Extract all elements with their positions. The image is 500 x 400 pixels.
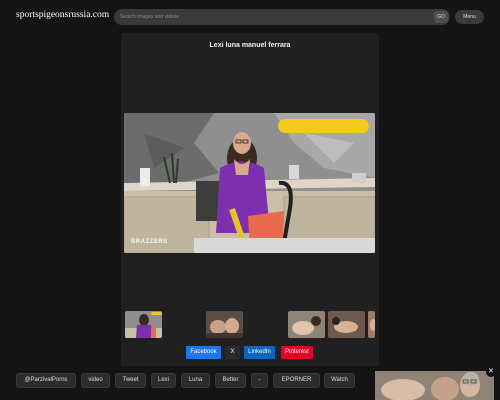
ad-image: [375, 371, 494, 400]
tag-watch[interactable]: Watch: [324, 373, 355, 388]
thumbnail-5-image: [368, 311, 375, 338]
floating-ad[interactable]: [375, 371, 494, 400]
share-x-button[interactable]: X: [225, 346, 240, 359]
tag-lexi[interactable]: Lexi: [151, 373, 176, 388]
site-logo[interactable]: sportspigeonsrussia.com: [16, 10, 109, 20]
ad-close-icon[interactable]: ✕: [486, 367, 496, 377]
search-bar: GO: [114, 9, 450, 25]
tag-better[interactable]: Better: [215, 373, 246, 388]
tag-video[interactable]: video: [81, 373, 110, 388]
tag-tweet[interactable]: Tweet: [115, 373, 146, 388]
thumbnail-1-image: [125, 311, 162, 338]
thumbnail-3[interactable]: [288, 311, 325, 338]
thumbnail-3-image: [288, 311, 325, 338]
thumbnail-4[interactable]: [328, 311, 365, 338]
brazzers-watermark: BRAZZERS: [131, 239, 168, 245]
promo-banner[interactable]: [278, 119, 369, 133]
search-go-button[interactable]: GO: [434, 11, 448, 23]
menu-button[interactable]: Menu: [455, 10, 484, 24]
thumbnail-4-image: [328, 311, 365, 338]
share-pinterest-button[interactable]: Pinterest: [281, 346, 313, 359]
tag-eporner[interactable]: EPORNER: [273, 373, 320, 388]
share-linkedin-button[interactable]: LinkedIn: [244, 346, 275, 359]
tag-luna[interactable]: Luna: [181, 373, 210, 388]
thumbnail-2[interactable]: [206, 311, 243, 338]
thumbnail-2-image: [206, 311, 243, 338]
thumbnail-5[interactable]: [368, 311, 375, 338]
video-player[interactable]: BRAZZERS: [124, 113, 375, 253]
search-input[interactable]: [114, 9, 432, 25]
tag-parzivalporns[interactable]: @ParzivalPorns: [16, 373, 76, 388]
video-frame-image: [124, 113, 375, 253]
site-header: sportspigeonsrussia.com GO Menu: [0, 0, 500, 33]
tag-dash[interactable]: -: [251, 373, 268, 388]
video-title: Lexi luna manuel ferrara: [209, 42, 291, 49]
thumbnail-1[interactable]: [125, 311, 162, 338]
share-facebook-button[interactable]: Facebook: [186, 346, 221, 359]
